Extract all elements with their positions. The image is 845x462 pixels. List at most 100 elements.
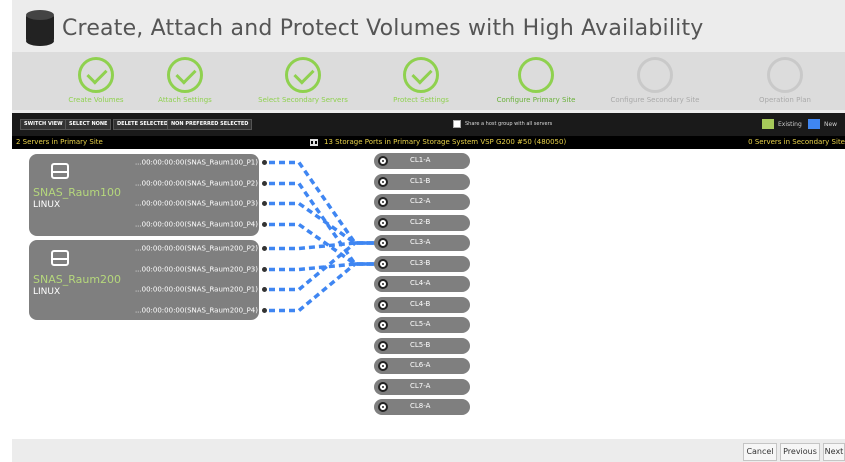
step-label: Protect Settings <box>393 96 449 104</box>
server-port-label: ...00:00:00:00(SNAS_Raum200_P1) <box>134 285 258 294</box>
step-configure-secondary-site: Configure Secondary Site <box>595 57 715 104</box>
connection-line[interactable] <box>269 262 383 313</box>
delete-selected-button[interactable]: DELETE SELECTED <box>113 119 172 130</box>
topology-canvas: SNAS_Raum100 LINUX ...00:00:00:00(SNAS_R… <box>12 149 845 439</box>
storage-port-connector-icon[interactable] <box>378 300 388 310</box>
storage-port[interactable]: CL1-A <box>374 153 470 169</box>
storage-port[interactable]: CL4-A <box>374 276 470 292</box>
connection-line[interactable] <box>269 241 383 292</box>
non-preferred-selected-button[interactable]: NON PREFERRED SELECTED <box>167 119 253 130</box>
storage-port[interactable]: CL2-B <box>374 215 470 231</box>
step-configure-primary-site[interactable]: Configure Primary Site <box>476 57 596 104</box>
step-pending-icon <box>637 57 673 93</box>
step-label: Attach Settings <box>158 96 212 104</box>
storage-port-connector-icon[interactable] <box>378 341 388 351</box>
storage-port-connector-icon[interactable] <box>378 197 388 207</box>
legend-new-swatch <box>808 119 820 129</box>
storage-port-connector-icon[interactable] <box>378 259 388 269</box>
storage-port-connector-icon[interactable] <box>378 320 388 330</box>
storage-port[interactable]: CL5-B <box>374 338 470 354</box>
step-attach-settings[interactable]: Attach Settings <box>125 57 245 104</box>
previous-button[interactable]: Previous <box>780 443 820 461</box>
port-connector-icon[interactable] <box>260 220 269 229</box>
storage-port-label: CL2-A <box>410 197 431 205</box>
port-connector-icon[interactable] <box>260 265 269 274</box>
info-bar: 2 Servers in Primary Site 13 Storage Por… <box>12 136 845 149</box>
connection-line[interactable] <box>269 160 383 245</box>
storage-port[interactable]: CL2-A <box>374 194 470 210</box>
connection-line[interactable] <box>269 201 383 245</box>
step-current-icon <box>518 57 554 93</box>
storage-system-icon <box>310 139 318 146</box>
port-connector-icon[interactable] <box>260 306 269 315</box>
storage-port[interactable]: CL5-A <box>374 317 470 333</box>
server-port-label: ...00:00:00:00(SNAS_Raum100_P2) <box>134 179 258 188</box>
port-connector-icon[interactable] <box>260 158 269 167</box>
step-label: Configure Secondary Site <box>610 96 700 104</box>
storage-port[interactable]: CL3-A <box>374 235 470 251</box>
server-port-label: ...00:00:00:00(SNAS_Raum100_P4) <box>134 220 258 229</box>
storage-port[interactable]: CL8-A <box>374 399 470 415</box>
step-operation-plan: Operation Plan <box>725 57 845 104</box>
storage-port-label: CL1-A <box>410 156 431 164</box>
storage-port-connector-icon[interactable] <box>378 156 388 166</box>
step-check-icon <box>78 57 114 93</box>
storage-port-label: CL5-B <box>410 341 431 349</box>
next-button[interactable]: Next <box>823 443 845 461</box>
storage-port-connector-icon[interactable] <box>378 218 388 228</box>
cancel-button[interactable]: Cancel <box>743 443 777 461</box>
step-check-icon <box>167 57 203 93</box>
legend-existing-label: Existing <box>778 120 802 128</box>
port-connector-icon[interactable] <box>260 179 269 188</box>
storage-port[interactable]: CL1-B <box>374 174 470 190</box>
server-port[interactable]: ...00:00:00:00(SNAS_Raum100_P4) <box>29 220 271 229</box>
port-connector-icon[interactable] <box>260 285 269 294</box>
server-port[interactable]: ...00:00:00:00(SNAS_Raum200_P4) <box>29 306 271 315</box>
storage-port[interactable]: CL4-B <box>374 297 470 313</box>
storage-port[interactable]: CL3-B <box>374 256 470 272</box>
step-check-icon <box>403 57 439 93</box>
share-host-group-label: Share a host group with all servers <box>465 121 553 127</box>
storage-port-connector-icon[interactable] <box>378 361 388 371</box>
storage-port-connector-icon[interactable] <box>378 402 388 412</box>
server-port[interactable]: ...00:00:00:00(SNAS_Raum200_P1) <box>29 285 271 294</box>
storage-port-label: CL2-B <box>410 218 431 226</box>
storage-port[interactable]: CL7-A <box>374 379 470 395</box>
storage-port-connector-icon[interactable] <box>378 238 388 248</box>
share-host-group-checkbox[interactable] <box>453 120 461 128</box>
server-port[interactable]: ...00:00:00:00(SNAS_Raum100_P3) <box>29 199 271 208</box>
server-port-label: ...00:00:00:00(SNAS_Raum100_P1) <box>134 158 258 167</box>
server-port-label: ...00:00:00:00(SNAS_Raum200_P4) <box>134 306 258 315</box>
server-port-label: ...00:00:00:00(SNAS_Raum100_P3) <box>134 199 258 208</box>
select-none-button[interactable]: SELECT NONE <box>65 119 112 130</box>
storage-port-label: CL5-A <box>410 320 431 328</box>
legend-existing-swatch <box>762 119 774 129</box>
storage-ports-summary: 13 Storage Ports in Primary Storage Syst… <box>310 136 566 149</box>
server-port[interactable]: ...00:00:00:00(SNAS_Raum200_P3) <box>29 265 271 274</box>
share-host-group-option[interactable]: Share a host group with all servers <box>453 119 552 129</box>
switch-view-button[interactable]: SWITCH VIEW <box>20 119 67 130</box>
storage-port[interactable]: CL6-A <box>374 358 470 374</box>
storage-port-label: CL7-A <box>410 382 431 390</box>
storage-port-label: CL1-B <box>410 177 431 185</box>
legend-new-label: New <box>824 120 838 128</box>
server-port[interactable]: ...00:00:00:00(SNAS_Raum100_P2) <box>29 179 271 188</box>
wizard-window: Create, Attach and Protect Volumes with … <box>12 0 845 462</box>
step-label: Configure Primary Site <box>496 96 576 104</box>
step-label: Select Secondary Servers <box>258 96 348 104</box>
wizard-footer: Cancel Previous Next <box>12 439 845 462</box>
wizard-header: Create, Attach and Protect Volumes with … <box>12 0 845 52</box>
step-select-secondary-servers[interactable]: Select Secondary Servers <box>243 57 363 104</box>
storage-port-label: CL4-B <box>410 300 431 308</box>
port-connector-icon[interactable] <box>260 244 269 253</box>
server-port[interactable]: ...00:00:00:00(SNAS_Raum100_P1) <box>29 158 271 167</box>
page-title: Create, Attach and Protect Volumes with … <box>62 16 704 41</box>
storage-port-connector-icon[interactable] <box>378 382 388 392</box>
legend-existing: Existing <box>762 117 802 131</box>
step-protect-settings[interactable]: Protect Settings <box>361 57 481 104</box>
server-port[interactable]: ...00:00:00:00(SNAS_Raum200_P2) <box>29 244 271 253</box>
storage-port-connector-icon[interactable] <box>378 177 388 187</box>
secondary-servers-count: 0 Servers in Secondary Site <box>748 138 845 146</box>
port-connector-icon[interactable] <box>260 199 269 208</box>
storage-port-connector-icon[interactable] <box>378 279 388 289</box>
